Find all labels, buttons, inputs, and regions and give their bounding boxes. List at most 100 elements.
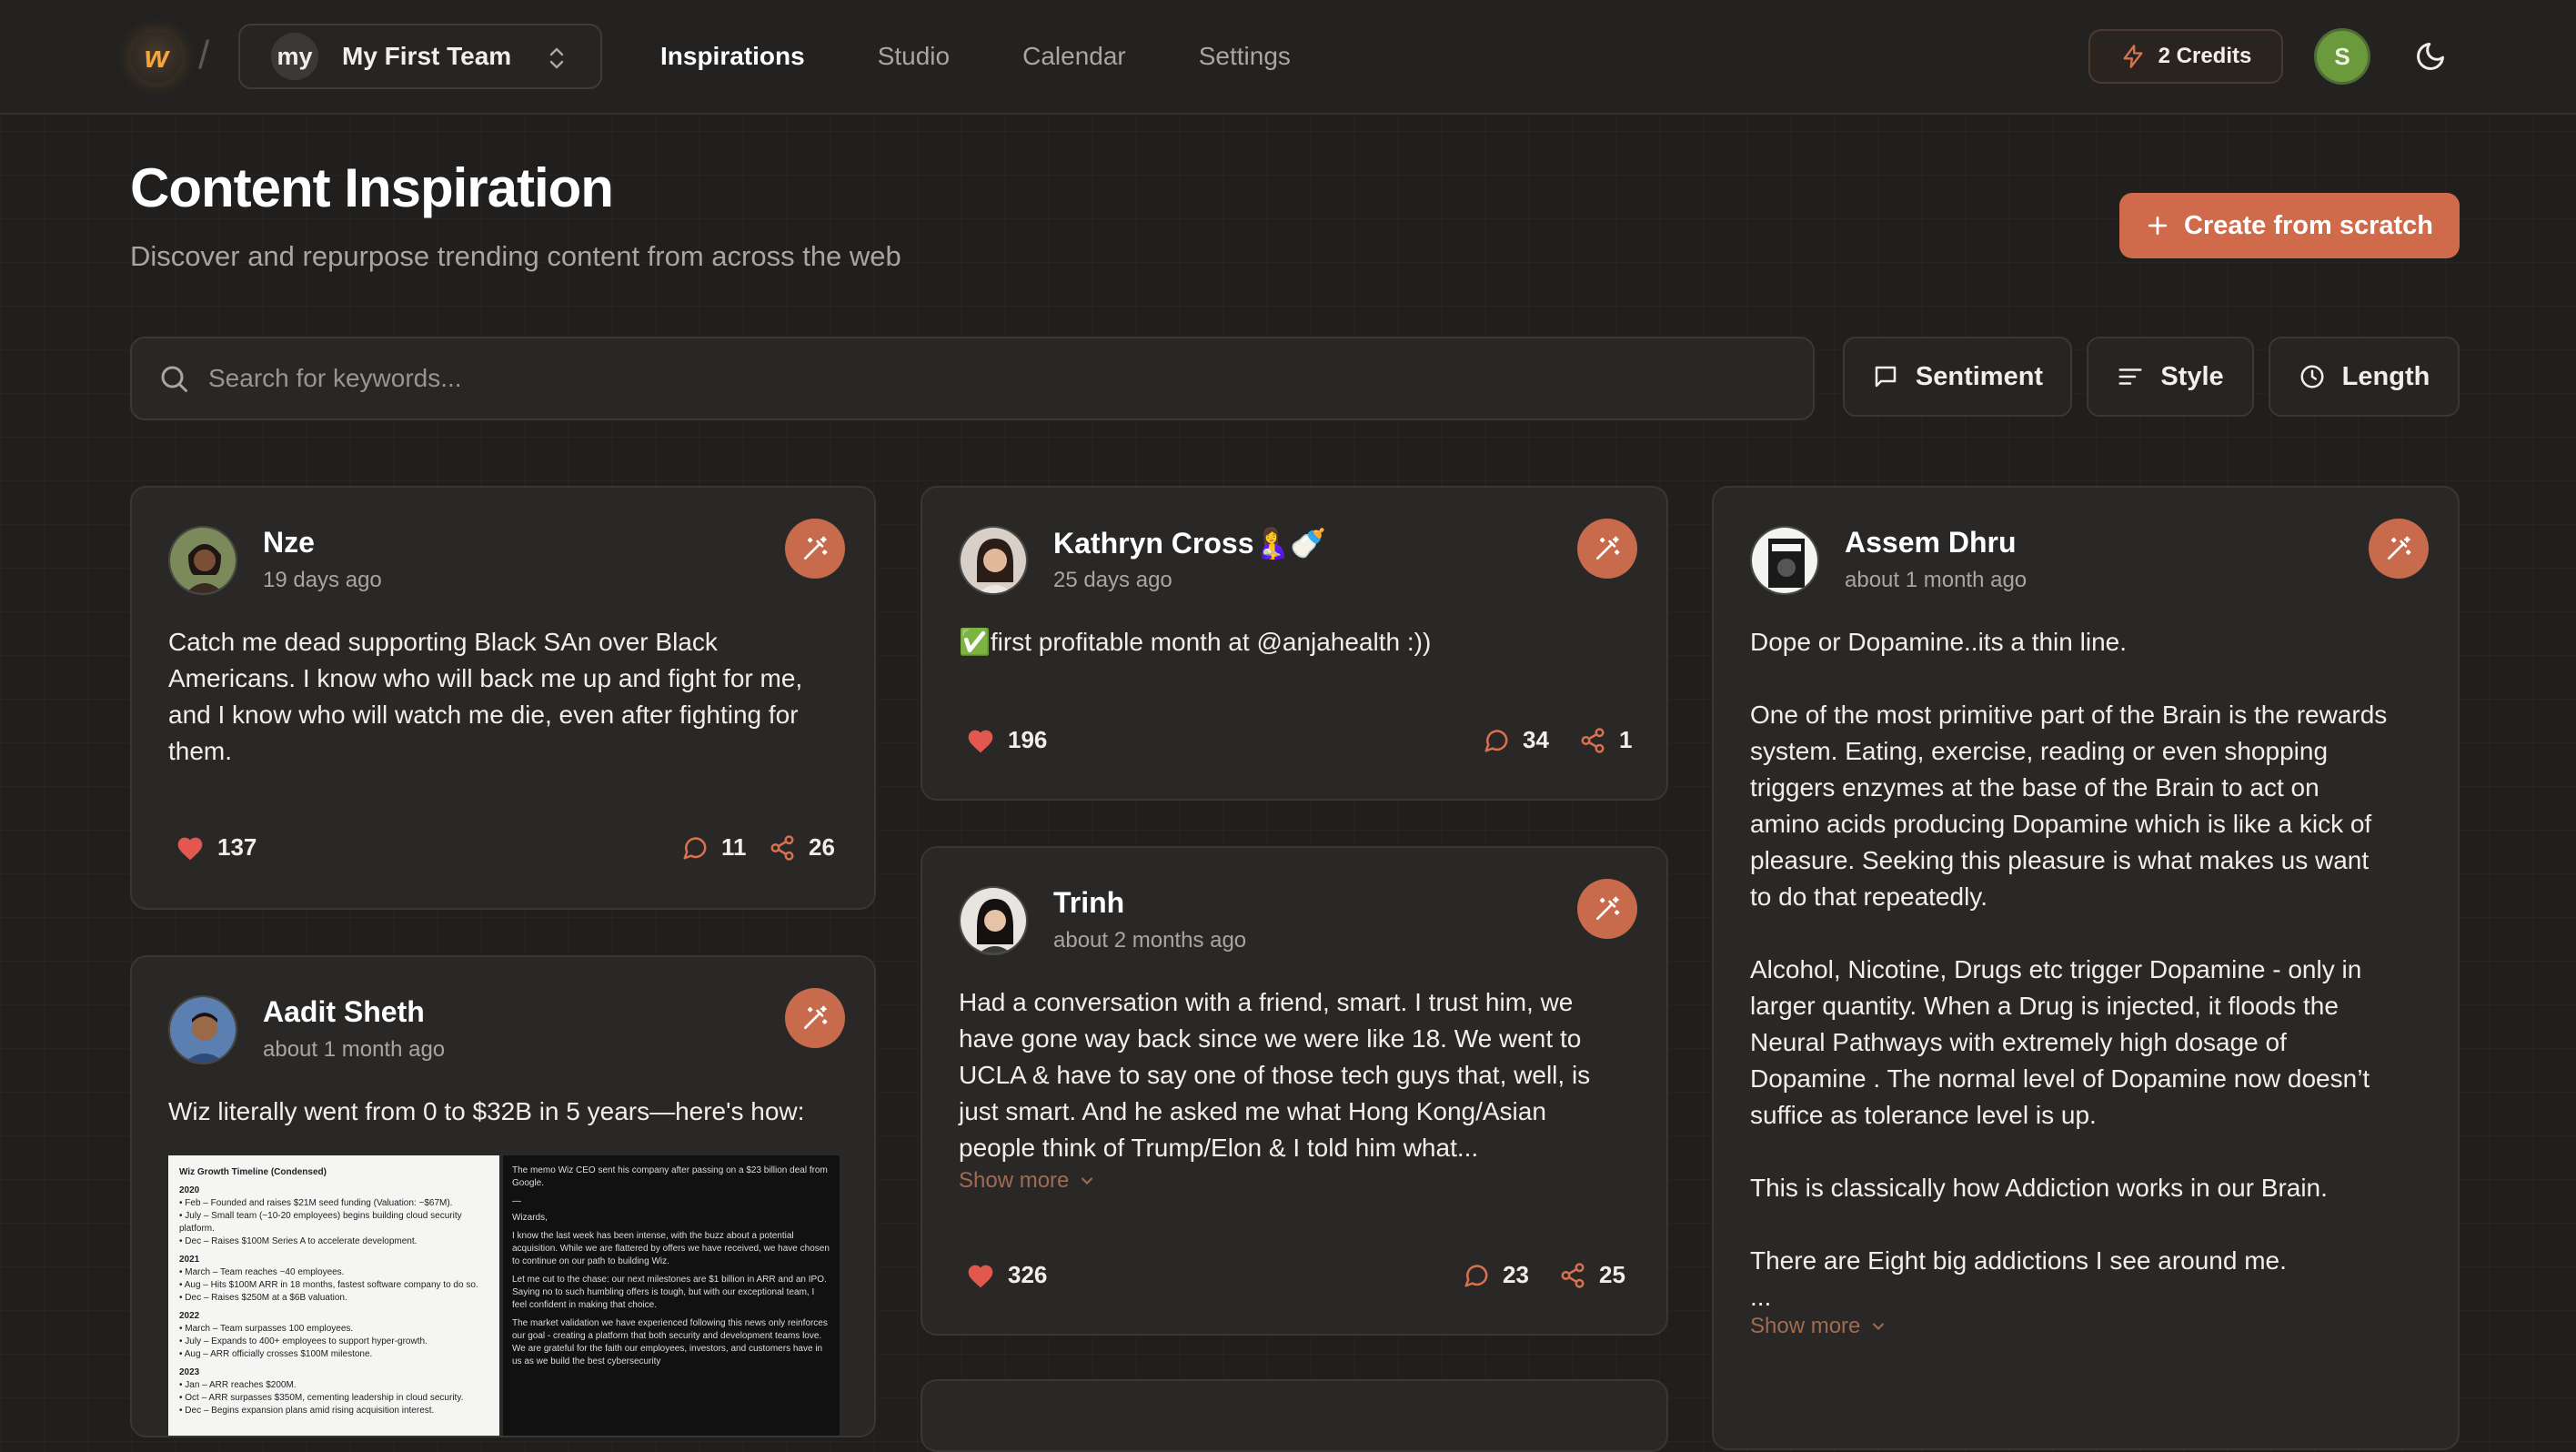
post-card-trinh[interactable]: Trinh about 2 months ago Had a conversat…	[921, 846, 1668, 1336]
user-avatar[interactable]: S	[2314, 28, 2370, 85]
timeline-line: • Aug – ARR officially crosses $100M mil…	[179, 1349, 373, 1359]
repurpose-button[interactable]	[1577, 519, 1637, 579]
like-count-value: 326	[1008, 1261, 1048, 1288]
share-count-value: 1	[1619, 726, 1633, 753]
moon-icon[interactable]	[2414, 40, 2447, 73]
create-button-label: Create from scratch	[2184, 210, 2433, 240]
nav-item-calendar[interactable]: Calendar	[1022, 42, 1126, 71]
nav-item-settings[interactable]: Settings	[1199, 42, 1291, 71]
memo-line: Let me cut to the chase: our next milest…	[512, 1275, 827, 1310]
length-filter-label: Length	[2341, 361, 2430, 391]
post-time: 19 days ago	[263, 568, 382, 592]
message-square-icon	[1875, 366, 1897, 388]
repurpose-button[interactable]	[1577, 879, 1637, 939]
memo-line: Wizards,	[512, 1213, 548, 1223]
length-filter-button[interactable]: Length	[2269, 337, 2460, 417]
avatar	[1750, 526, 1819, 595]
post-body: Wiz literally went from 0 to $32B in 5 y…	[168, 1097, 805, 1125]
post-card-partial[interactable]	[921, 1379, 1668, 1452]
comment-count[interactable]: 34	[1483, 726, 1549, 754]
repurpose-button[interactable]	[785, 519, 845, 579]
memo-line: —	[512, 1196, 521, 1206]
app-logo-letter: w	[144, 39, 169, 75]
like-count[interactable]: 137	[176, 833, 257, 862]
post-body: ✅first profitable month at @anjahealth :…	[959, 628, 1432, 656]
heart-icon	[968, 1265, 993, 1287]
post-card-aadit-sheth[interactable]: Aadit Sheth about 1 month ago Wiz litera…	[130, 955, 876, 1437]
post-card-nze[interactable]: Nze 19 days ago Catch me dead supporting…	[130, 486, 876, 910]
lightning-icon	[2123, 45, 2143, 68]
repurpose-button[interactable]	[2369, 519, 2429, 579]
avatar	[168, 995, 237, 1064]
share-count-value: 25	[1599, 1261, 1625, 1288]
comment-count[interactable]: 23	[1463, 1261, 1529, 1289]
share-count[interactable]: 1	[1579, 726, 1632, 754]
like-count[interactable]: 196	[966, 726, 1047, 754]
team-badge: my	[271, 33, 318, 80]
timeline-line: • July – Expands to 400+ employees to su…	[179, 1336, 428, 1346]
show-more-label: Show more	[1750, 1314, 1861, 1338]
magic-wand-icon	[804, 536, 828, 560]
avatar	[959, 886, 1028, 955]
post-card-assem-dhru[interactable]: Assem Dhru about 1 month ago Dope or Dop…	[1712, 486, 2460, 1450]
search-icon	[161, 366, 187, 392]
magic-wand-icon	[1596, 536, 1620, 560]
timeline-line: • Dec – Raises $250M at a $6B valuation.	[179, 1293, 347, 1303]
share-icon	[770, 834, 794, 861]
magic-wand-icon	[2388, 536, 2411, 560]
team-switcher[interactable]: my My First Team	[238, 24, 602, 89]
comment-count[interactable]: 11	[681, 833, 747, 862]
create-from-scratch-button[interactable]: Create from scratch	[2119, 193, 2460, 258]
like-count[interactable]: 326	[966, 1261, 1047, 1289]
post-time: about 2 months ago	[1053, 928, 1247, 953]
timeline-line: • July – Small team (~10-20 employees) b…	[179, 1211, 462, 1234]
memo-line: The market validation we have experience…	[512, 1318, 828, 1366]
post-time: about 1 month ago	[263, 1037, 446, 1062]
show-more-link[interactable]: Show more	[959, 1168, 1096, 1194]
nav-item-studio[interactable]: Studio	[878, 42, 950, 71]
post-time: about 1 month ago	[1845, 568, 2028, 592]
search-input[interactable]	[208, 364, 1755, 393]
like-count-value: 137	[217, 833, 257, 861]
credits-button[interactable]: 2 Credits	[2088, 29, 2283, 84]
style-filter-button[interactable]: Style	[2087, 337, 2254, 417]
heart-icon	[177, 837, 203, 860]
align-left-icon	[2118, 368, 2142, 385]
author-name: Aadit Sheth	[263, 995, 425, 1028]
top-navigation-bar: w / my My First Team Inspirations Studio…	[0, 0, 2576, 115]
chevron-down-icon	[1082, 1177, 1093, 1185]
sentiment-filter-label: Sentiment	[1915, 361, 2044, 391]
timeline-line: • Dec – Raises $100M Series A to acceler…	[179, 1236, 418, 1246]
credits-label: 2 Credits	[2158, 44, 2252, 68]
page-subtitle: Discover and repurpose trending content …	[130, 240, 901, 272]
sentiment-filter-button[interactable]: Sentiment	[1843, 337, 2072, 417]
show-more-label: Show more	[959, 1168, 1070, 1193]
comment-icon	[683, 836, 707, 859]
post-body: Dope or Dopamine..its a thin line. One o…	[1750, 628, 2388, 1311]
post-card-kathryn-cross[interactable]: Kathryn Cross🤱🍼 25 days ago ✅first profi…	[921, 486, 1668, 801]
timeline-title: Wiz Growth Timeline (Condensed)	[179, 1167, 327, 1177]
timeline-line: • Feb – Founded and raises $21M seed fun…	[179, 1198, 453, 1208]
post-image[interactable]: Wiz Growth Timeline (Condensed) 2020 • F…	[168, 1155, 840, 1436]
comment-icon	[1464, 1264, 1488, 1286]
comment-count-value: 34	[1523, 726, 1549, 753]
breadcrumb-separator: /	[198, 33, 210, 77]
share-icon	[1561, 1262, 1585, 1288]
timeline-line: • Oct – ARR surpasses $350M, cementing l…	[179, 1393, 464, 1403]
clock-icon	[2300, 365, 2324, 388]
chevrons-up-down-icon	[549, 47, 564, 69]
show-more-link[interactable]: Show more	[1750, 1314, 1887, 1339]
timeline-line: • Aug – Hits $100M ARR in 18 months, fas…	[179, 1280, 478, 1290]
timeline-line: • March – Team reaches ~40 employees.	[179, 1267, 345, 1277]
avatar	[959, 526, 1028, 595]
share-count-value: 26	[809, 833, 835, 861]
timeline-line: • Jan – ARR reaches $200M.	[179, 1380, 297, 1390]
repurpose-button[interactable]	[785, 988, 845, 1048]
timeline-document-image: Wiz Growth Timeline (Condensed) 2020 • F…	[168, 1155, 499, 1436]
nav-item-inspirations[interactable]: Inspirations	[660, 42, 805, 71]
post-body: Catch me dead supporting Black SAn over …	[168, 628, 803, 765]
app-logo[interactable]: w	[131, 32, 182, 83]
share-count[interactable]: 25	[1559, 1261, 1625, 1289]
share-count[interactable]: 26	[769, 833, 835, 862]
memo-line: The memo Wiz CEO sent his company after …	[512, 1165, 828, 1188]
